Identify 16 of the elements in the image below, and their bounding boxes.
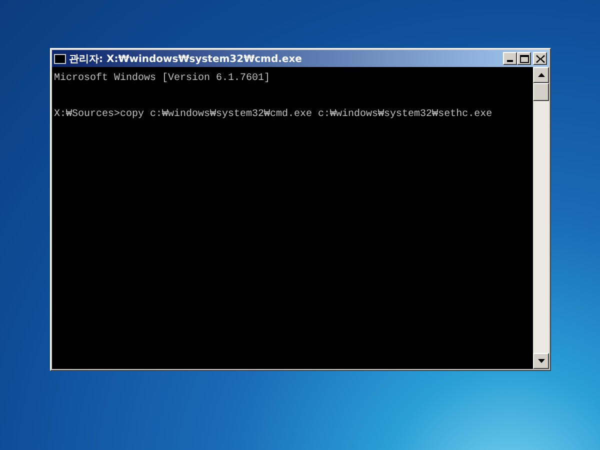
scroll-down-button[interactable] <box>533 353 549 369</box>
minimize-button[interactable] <box>503 52 517 65</box>
console-icon <box>54 54 66 64</box>
maximize-button[interactable] <box>517 52 531 65</box>
console-line: Microsoft Windows [Version 6.1.7601] <box>54 72 270 86</box>
scroll-up-button[interactable] <box>533 67 549 83</box>
up-arrow-icon <box>538 73 544 77</box>
window-title: 관리자: X:₩windows₩system32₩cmd.exe <box>69 52 303 66</box>
scroll-thumb[interactable] <box>533 83 549 101</box>
close-icon <box>536 54 544 62</box>
close-button[interactable] <box>533 52 547 65</box>
console-line: X:₩Sources>copy c:₩windows₩system32₩cmd.exe c:₩windows₩system32₩sethc.exe <box>54 108 492 122</box>
minimize-icon <box>506 60 514 62</box>
vertical-scrollbar[interactable] <box>533 67 549 369</box>
maximize-icon <box>520 54 528 62</box>
down-arrow-icon <box>538 359 544 363</box>
